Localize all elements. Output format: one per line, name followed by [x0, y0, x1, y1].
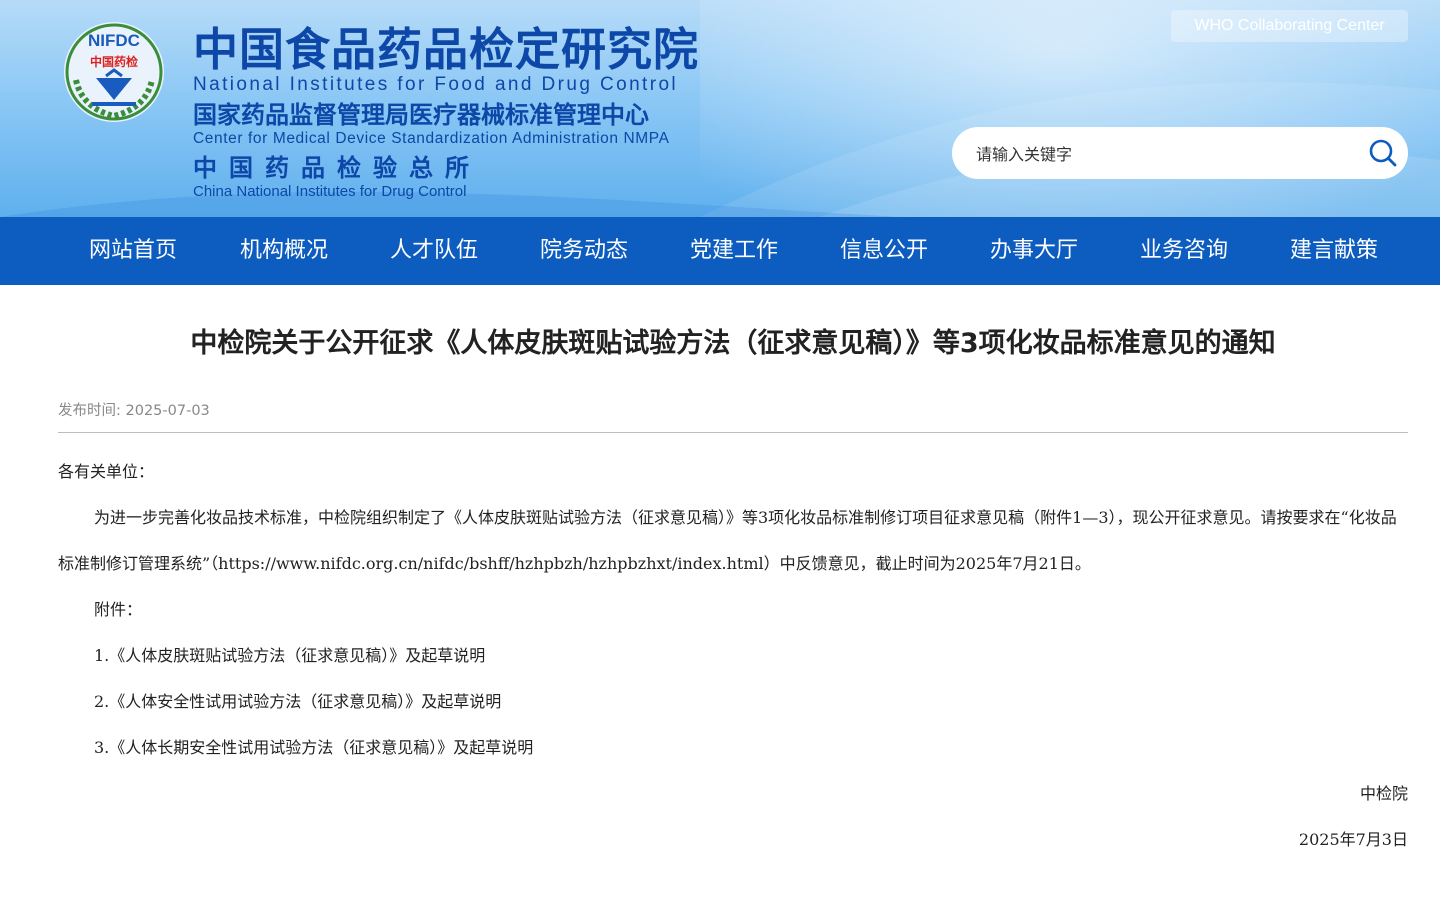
nav-item-disclosure[interactable]: 信息公开 — [809, 217, 959, 285]
attachment-link-3[interactable]: 3.《人体长期安全性试用试验方法（征求意见稿）》及起草说明 — [58, 725, 1408, 771]
drug-control-name-cn: 中国药品检验总所 — [193, 154, 481, 182]
center-name-cn: 国家药品监督管理局医疗器械标准管理中心 — [193, 101, 649, 129]
logo-ring-text: NIFDC — [88, 31, 140, 50]
nav-item-consulting[interactable]: 业务咨询 — [1109, 217, 1259, 285]
publish-meta: 发布时间: 2025-07-03 — [58, 402, 1408, 420]
logo-center-text: 中国药检 — [90, 54, 138, 69]
publish-date: 2025-07-03 — [125, 403, 210, 419]
nav-item-about[interactable]: 机构概况 — [209, 217, 359, 285]
salutation: 各有关单位： — [58, 462, 155, 481]
article-content: 各有关单位： 为进一步完善化妆品技术标准，中检院组织制定了《人体皮肤斑贴试验方法… — [58, 449, 1408, 863]
institute-name-cn: 中国食品药品检定研究院 — [193, 23, 700, 76]
sign-date: 2025年7月3日 — [1298, 830, 1408, 849]
publish-label: 发布时间: — [58, 403, 121, 419]
nav-item-services[interactable]: 办事大厅 — [959, 217, 1109, 285]
nav-item-suggestions[interactable]: 建言献策 — [1259, 217, 1409, 285]
drug-control-name-en: China National Institutes for Drug Contr… — [193, 183, 467, 200]
article-title: 中检院关于公开征求《人体皮肤斑贴试验方法（征求意见稿）》等3项化妆品标准意见的通… — [190, 328, 1276, 359]
nav-item-party[interactable]: 党建工作 — [659, 217, 809, 285]
attachments-label: 附件： — [94, 600, 143, 619]
attachment-link-1[interactable]: 1.《人体皮肤斑贴试验方法（征求意见稿）》及起草说明 — [58, 633, 1408, 679]
article-body: 为进一步完善化妆品技术标准，中检院组织制定了《人体皮肤斑贴试验方法（征求意见稿）… — [58, 508, 1397, 573]
institute-title-block: 中国食品药品检定研究院 National Institutes for Food… — [193, 24, 699, 200]
main-nav: 网站首页 机构概况 人才队伍 院务动态 党建工作 信息公开 办事大厅 业务咨询 … — [0, 217, 1440, 285]
search-input[interactable] — [974, 127, 1358, 181]
who-collaborating-center-link[interactable]: WHO Collaborating Center — [1171, 10, 1408, 42]
search-box — [952, 127, 1408, 181]
center-name-en: Center for Medical Device Standardizatio… — [193, 130, 670, 147]
nifdc-logo[interactable]: NIFDC 中国药检 — [62, 20, 166, 124]
search-icon[interactable] — [1368, 138, 1398, 168]
article: 中检院关于公开征求《人体皮肤斑贴试验方法（征求意见稿）》等3项化妆品标准意见的通… — [0, 285, 1440, 863]
nav-item-talent[interactable]: 人才队伍 — [359, 217, 509, 285]
institute-name-en: National Institutes for Food and Drug Co… — [193, 74, 679, 95]
site-header: NIFDC 中国药检 中国食品药品检定研究院 National Institut… — [0, 0, 1440, 217]
nav-item-news[interactable]: 院务动态 — [509, 217, 659, 285]
attachment-link-2[interactable]: 2.《人体安全性试用试验方法（征求意见稿）》及起草说明 — [58, 679, 1408, 725]
nav-item-home[interactable]: 网站首页 — [59, 217, 209, 285]
title-divider — [58, 432, 1408, 433]
signature: 中检院 — [1359, 784, 1408, 803]
